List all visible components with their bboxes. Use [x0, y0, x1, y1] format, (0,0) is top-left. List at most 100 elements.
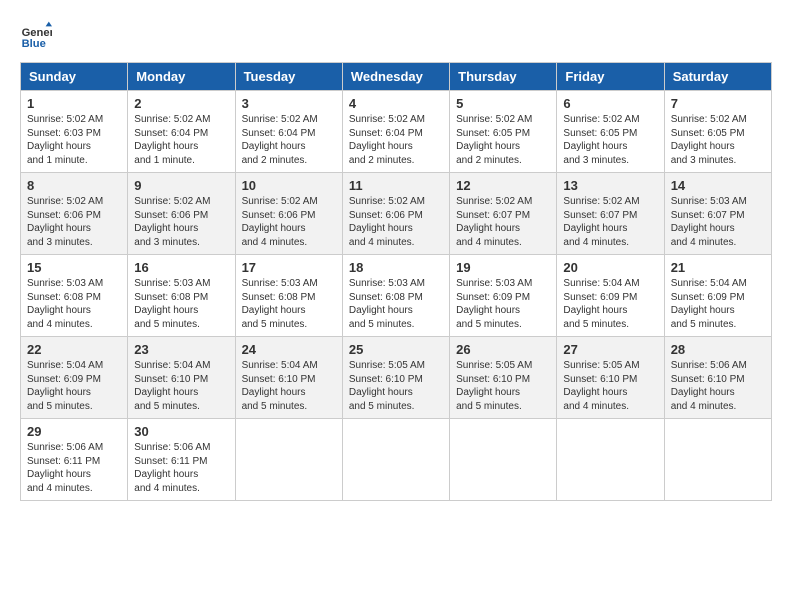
day-info: Sunrise: 5:02 AMSunset: 6:04 PMDaylight … — [242, 113, 336, 167]
col-header-friday: Friday — [557, 63, 664, 91]
col-header-tuesday: Tuesday — [235, 63, 342, 91]
day-info: Sunrise: 5:05 AMSunset: 6:10 PMDaylight … — [456, 359, 550, 413]
calendar-cell — [342, 419, 449, 501]
day-number: 20 — [563, 260, 657, 275]
day-number: 21 — [671, 260, 765, 275]
day-number: 10 — [242, 178, 336, 193]
calendar-cell: 21 Sunrise: 5:04 AMSunset: 6:09 PMDayligh… — [664, 255, 771, 337]
day-info: Sunrise: 5:05 AMSunset: 6:10 PMDaylight … — [349, 359, 443, 413]
day-number: 19 — [456, 260, 550, 275]
logo-icon: General Blue — [20, 20, 52, 52]
calendar-cell: 9 Sunrise: 5:02 AMSunset: 6:06 PMDaylight… — [128, 173, 235, 255]
day-number: 26 — [456, 342, 550, 357]
col-header-thursday: Thursday — [450, 63, 557, 91]
day-info: Sunrise: 5:03 AMSunset: 6:08 PMDaylight … — [134, 277, 228, 331]
day-info: Sunrise: 5:02 AMSunset: 6:03 PMDaylight … — [27, 113, 121, 167]
calendar-table: SundayMondayTuesdayWednesdayThursdayFrid… — [20, 62, 772, 501]
day-info: Sunrise: 5:04 AMSunset: 6:10 PMDaylight … — [242, 359, 336, 413]
col-header-sunday: Sunday — [21, 63, 128, 91]
day-number: 14 — [671, 178, 765, 193]
calendar-cell: 12 Sunrise: 5:02 AMSunset: 6:07 PMDayligh… — [450, 173, 557, 255]
svg-text:General: General — [22, 27, 52, 39]
day-info: Sunrise: 5:02 AMSunset: 6:04 PMDaylight … — [349, 113, 443, 167]
day-info: Sunrise: 5:06 AMSunset: 6:11 PMDaylight … — [27, 441, 121, 495]
day-info: Sunrise: 5:06 AMSunset: 6:11 PMDaylight … — [134, 441, 228, 495]
day-number: 29 — [27, 424, 121, 439]
col-header-wednesday: Wednesday — [342, 63, 449, 91]
calendar-cell — [664, 419, 771, 501]
day-info: Sunrise: 5:03 AMSunset: 6:09 PMDaylight … — [456, 277, 550, 331]
svg-text:Blue: Blue — [22, 38, 46, 50]
calendar-cell: 8 Sunrise: 5:02 AMSunset: 6:06 PMDaylight… — [21, 173, 128, 255]
week-row-1: 1 Sunrise: 5:02 AMSunset: 6:03 PMDaylight… — [21, 91, 772, 173]
day-number: 4 — [349, 96, 443, 111]
day-number: 5 — [456, 96, 550, 111]
day-number: 27 — [563, 342, 657, 357]
week-row-5: 29 Sunrise: 5:06 AMSunset: 6:11 PMDayligh… — [21, 419, 772, 501]
day-number: 23 — [134, 342, 228, 357]
day-info: Sunrise: 5:02 AMSunset: 6:06 PMDaylight … — [134, 195, 228, 249]
calendar-cell: 3 Sunrise: 5:02 AMSunset: 6:04 PMDaylight… — [235, 91, 342, 173]
day-number: 1 — [27, 96, 121, 111]
calendar-cell: 1 Sunrise: 5:02 AMSunset: 6:03 PMDaylight… — [21, 91, 128, 173]
calendar-cell — [235, 419, 342, 501]
day-info: Sunrise: 5:02 AMSunset: 6:05 PMDaylight … — [563, 113, 657, 167]
day-info: Sunrise: 5:02 AMSunset: 6:05 PMDaylight … — [456, 113, 550, 167]
day-number: 30 — [134, 424, 228, 439]
calendar-cell: 19 Sunrise: 5:03 AMSunset: 6:09 PMDayligh… — [450, 255, 557, 337]
calendar-cell: 14 Sunrise: 5:03 AMSunset: 6:07 PMDayligh… — [664, 173, 771, 255]
logo: General Blue — [20, 20, 56, 52]
calendar-header: SundayMondayTuesdayWednesdayThursdayFrid… — [21, 63, 772, 91]
day-info: Sunrise: 5:02 AMSunset: 6:07 PMDaylight … — [563, 195, 657, 249]
day-number: 9 — [134, 178, 228, 193]
week-row-3: 15 Sunrise: 5:03 AMSunset: 6:08 PMDayligh… — [21, 255, 772, 337]
day-number: 17 — [242, 260, 336, 275]
day-info: Sunrise: 5:02 AMSunset: 6:06 PMDaylight … — [27, 195, 121, 249]
day-number: 15 — [27, 260, 121, 275]
calendar-cell: 22Sunrise: 5:04 AMSunset: 6:09 PMDayligh… — [21, 337, 128, 419]
calendar-cell: 13 Sunrise: 5:02 AMSunset: 6:07 PMDayligh… — [557, 173, 664, 255]
day-number: 8 — [27, 178, 121, 193]
calendar-cell — [557, 419, 664, 501]
day-number: 11 — [349, 178, 443, 193]
day-info: Sunrise: 5:05 AMSunset: 6:10 PMDaylight … — [563, 359, 657, 413]
calendar-cell: 25 Sunrise: 5:05 AMSunset: 6:10 PMDayligh… — [342, 337, 449, 419]
day-info: Sunrise: 5:02 AMSunset: 6:05 PMDaylight … — [671, 113, 765, 167]
page-header: General Blue — [20, 20, 772, 52]
day-number: 25 — [349, 342, 443, 357]
calendar-cell: 29 Sunrise: 5:06 AMSunset: 6:11 PMDayligh… — [21, 419, 128, 501]
calendar-cell: 26 Sunrise: 5:05 AMSunset: 6:10 PMDayligh… — [450, 337, 557, 419]
calendar-cell: 20Sunrise: 5:04 AMSunset: 6:09 PMDayligh… — [557, 255, 664, 337]
day-info: Sunrise: 5:02 AMSunset: 6:07 PMDaylight … — [456, 195, 550, 249]
day-number: 12 — [456, 178, 550, 193]
day-number: 7 — [671, 96, 765, 111]
day-info: Sunrise: 5:03 AMSunset: 6:08 PMDaylight … — [27, 277, 121, 331]
calendar-cell: 16 Sunrise: 5:03 AMSunset: 6:08 PMDayligh… — [128, 255, 235, 337]
day-info: Sunrise: 5:02 AMSunset: 6:06 PMDaylight … — [242, 195, 336, 249]
day-number: 24 — [242, 342, 336, 357]
day-number: 18 — [349, 260, 443, 275]
calendar-cell: 17Sunrise: 5:03 AMSunset: 6:08 PMDayligh… — [235, 255, 342, 337]
calendar-cell: 24 Sunrise: 5:04 AMSunset: 6:10 PMDayligh… — [235, 337, 342, 419]
calendar-cell: 15 Sunrise: 5:03 AMSunset: 6:08 PMDayligh… — [21, 255, 128, 337]
col-header-monday: Monday — [128, 63, 235, 91]
calendar-cell: 28Sunrise: 5:06 AMSunset: 6:10 PMDayligh… — [664, 337, 771, 419]
day-number: 22 — [27, 342, 121, 357]
calendar-cell: 7 Sunrise: 5:02 AMSunset: 6:05 PMDaylight… — [664, 91, 771, 173]
calendar-cell: 30 Sunrise: 5:06 AMSunset: 6:11 PMDayligh… — [128, 419, 235, 501]
day-number: 16 — [134, 260, 228, 275]
calendar-cell: 11 Sunrise: 5:02 AMSunset: 6:06 PMDayligh… — [342, 173, 449, 255]
calendar-cell: 6Sunrise: 5:02 AMSunset: 6:05 PMDaylight… — [557, 91, 664, 173]
day-info: Sunrise: 5:03 AMSunset: 6:08 PMDaylight … — [349, 277, 443, 331]
day-info: Sunrise: 5:03 AMSunset: 6:07 PMDaylight … — [671, 195, 765, 249]
day-info: Sunrise: 5:04 AMSunset: 6:09 PMDaylight … — [671, 277, 765, 331]
day-number: 13 — [563, 178, 657, 193]
day-info: Sunrise: 5:02 AMSunset: 6:06 PMDaylight … — [349, 195, 443, 249]
day-number: 2 — [134, 96, 228, 111]
week-row-4: 22Sunrise: 5:04 AMSunset: 6:09 PMDayligh… — [21, 337, 772, 419]
day-number: 28 — [671, 342, 765, 357]
calendar-cell: 10 Sunrise: 5:02 AMSunset: 6:06 PMDayligh… — [235, 173, 342, 255]
day-info: Sunrise: 5:04 AMSunset: 6:10 PMDaylight … — [134, 359, 228, 413]
day-number: 3 — [242, 96, 336, 111]
calendar-cell — [450, 419, 557, 501]
